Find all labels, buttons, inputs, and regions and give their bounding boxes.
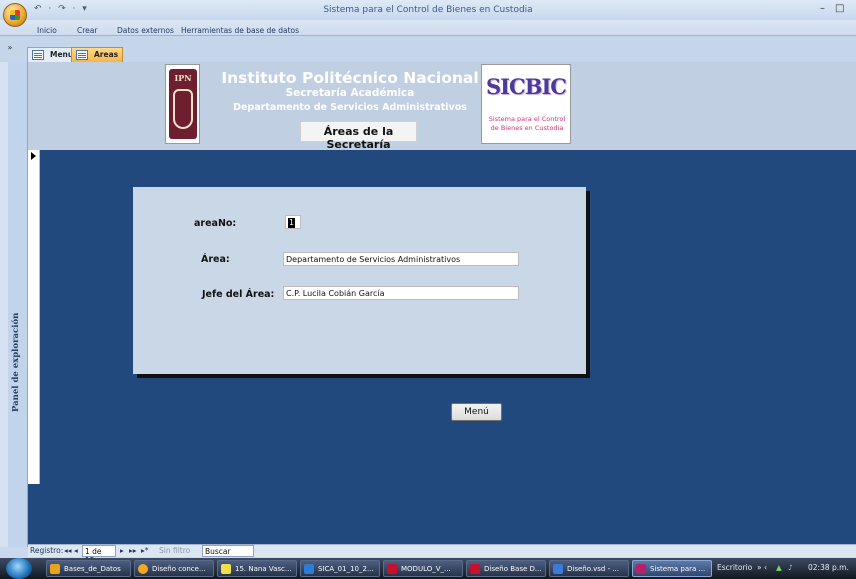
form-title: Áreas de la Secretaría	[300, 121, 417, 151]
menu-button[interactable]: Menú	[451, 403, 502, 421]
navigation-pane[interactable]: Panel de exploración	[8, 62, 28, 547]
taskbar-item-diseno-conceptual[interactable]: Diseño conce...	[134, 560, 214, 577]
current-record-arrow-icon	[31, 152, 36, 160]
taskbar-item-diseno-vsd[interactable]: Diseño.vsd - ...	[549, 560, 629, 577]
ipn-emblem	[173, 89, 193, 129]
doc-tab-label: Areas	[94, 50, 119, 59]
area-no-label: areaNo:	[194, 218, 237, 229]
taskbar-item-sica[interactable]: SICA_01_10_2...	[300, 560, 380, 577]
taskbar-item-modulo-v[interactable]: MODULO_V_...	[383, 560, 463, 577]
sicbic-caption: Sistema para el Control de Bienes en Cus…	[488, 115, 566, 132]
left-edge	[0, 62, 8, 547]
filter-indicator[interactable]: Sin filtro	[159, 546, 190, 555]
tab-crear[interactable]: Crear	[77, 26, 97, 35]
taskbar-item-nana-vasc[interactable]: 15. Nana Vasc...	[217, 560, 297, 577]
visio-icon	[553, 564, 563, 574]
department-subtitle: Departamento de Servicios Administrativo…	[233, 102, 467, 113]
document-icon	[304, 564, 314, 574]
taskbar-item-diseno-base-datos[interactable]: Diseño Base D...	[466, 560, 546, 577]
ipn-logo: IPN	[165, 64, 200, 144]
pdf-icon	[387, 564, 397, 574]
new-record-button[interactable]: ▸*	[141, 546, 149, 555]
previous-record-button[interactable]: ◂	[74, 546, 78, 555]
title-bar: ↶ · ↷ · ▾ Sistema para el Control de Bie…	[0, 0, 856, 20]
start-button[interactable]	[6, 558, 32, 579]
ribbon: Inicio Crear Datos externos Herramientas…	[0, 20, 856, 35]
volume-icon: ♪	[788, 563, 793, 572]
sicbic-wordmark: SICBIC	[486, 74, 567, 99]
form-icon	[76, 50, 88, 60]
tab-herramientas[interactable]: Herramientas de base de datos	[181, 26, 299, 35]
clock: 02:38 p.m.	[808, 563, 849, 572]
tab-inicio[interactable]: Inicio	[37, 26, 57, 35]
last-record-button[interactable]: ▸▸	[129, 546, 137, 555]
secretaria-subtitle: Secretaría Académica	[285, 87, 415, 99]
record-position-input[interactable]: 1 de 15	[82, 545, 116, 565]
document-tab-strip: » Menu Areas	[0, 35, 856, 62]
taskbar-item-bases-de-datos[interactable]: Bases_de_Datos	[46, 560, 131, 577]
institution-title: Instituto Politécnico Nacional	[221, 69, 479, 87]
area-field[interactable]: Departamento de Servicios Administrativo…	[283, 252, 519, 266]
ipn-shield-icon: IPN	[169, 69, 197, 139]
record-card: areaNo: 1 Área: Departamento de Servicio…	[133, 187, 586, 374]
ipn-logo-text: IPN	[174, 73, 192, 83]
jefe-area-field[interactable]: C.P. Lucila Cobián García	[283, 286, 519, 300]
area-no-field[interactable]: 1	[285, 215, 301, 229]
minimize-button[interactable]: –	[820, 3, 825, 14]
record-selector[interactable]	[28, 150, 40, 484]
pdf-icon	[470, 564, 480, 574]
doc-tab-label: Menu	[50, 50, 74, 59]
restore-button[interactable]: □	[835, 3, 844, 14]
taskbar-item-sistema[interactable]: Sistema para ...	[632, 560, 712, 577]
sicbic-logo: SICBIC Sistema para el Control de Bienes…	[481, 64, 571, 144]
firefox-icon	[138, 564, 148, 574]
record-navigation-bar: Registro: ◂◂ ◂ 1 de 15 ▸ ▸▸ ▸* Sin filtr…	[28, 544, 856, 565]
next-record-button[interactable]: ▸	[120, 546, 124, 555]
doc-tab-areas[interactable]: Areas	[71, 47, 124, 62]
window-title: Sistema para el Control de Bienes en Cus…	[323, 5, 533, 15]
access-icon	[636, 564, 646, 574]
record-label: Registro:	[30, 546, 64, 555]
expand-nav-chevron-icon[interactable]: »	[2, 43, 18, 59]
tray-chevron-icon[interactable]: » ‹	[757, 563, 767, 572]
navigation-pane-label: Panel de exploración	[11, 312, 21, 412]
folder-icon	[50, 564, 60, 574]
tab-datos-externos[interactable]: Datos externos	[117, 26, 174, 35]
area-label: Área:	[201, 254, 230, 265]
search-box[interactable]: Buscar	[202, 545, 254, 557]
office-button[interactable]	[3, 3, 27, 27]
network-icon: ▲	[776, 563, 782, 572]
desktop-toolbar[interactable]: Escritorio	[717, 563, 752, 572]
jefe-area-label: Jefe del Área:	[202, 289, 275, 300]
form-icon	[32, 50, 44, 60]
first-record-button[interactable]: ◂◂	[64, 546, 72, 555]
media-icon	[221, 564, 231, 574]
taskbar: Bases_de_Datos Diseño conce... 15. Nana …	[0, 558, 856, 579]
